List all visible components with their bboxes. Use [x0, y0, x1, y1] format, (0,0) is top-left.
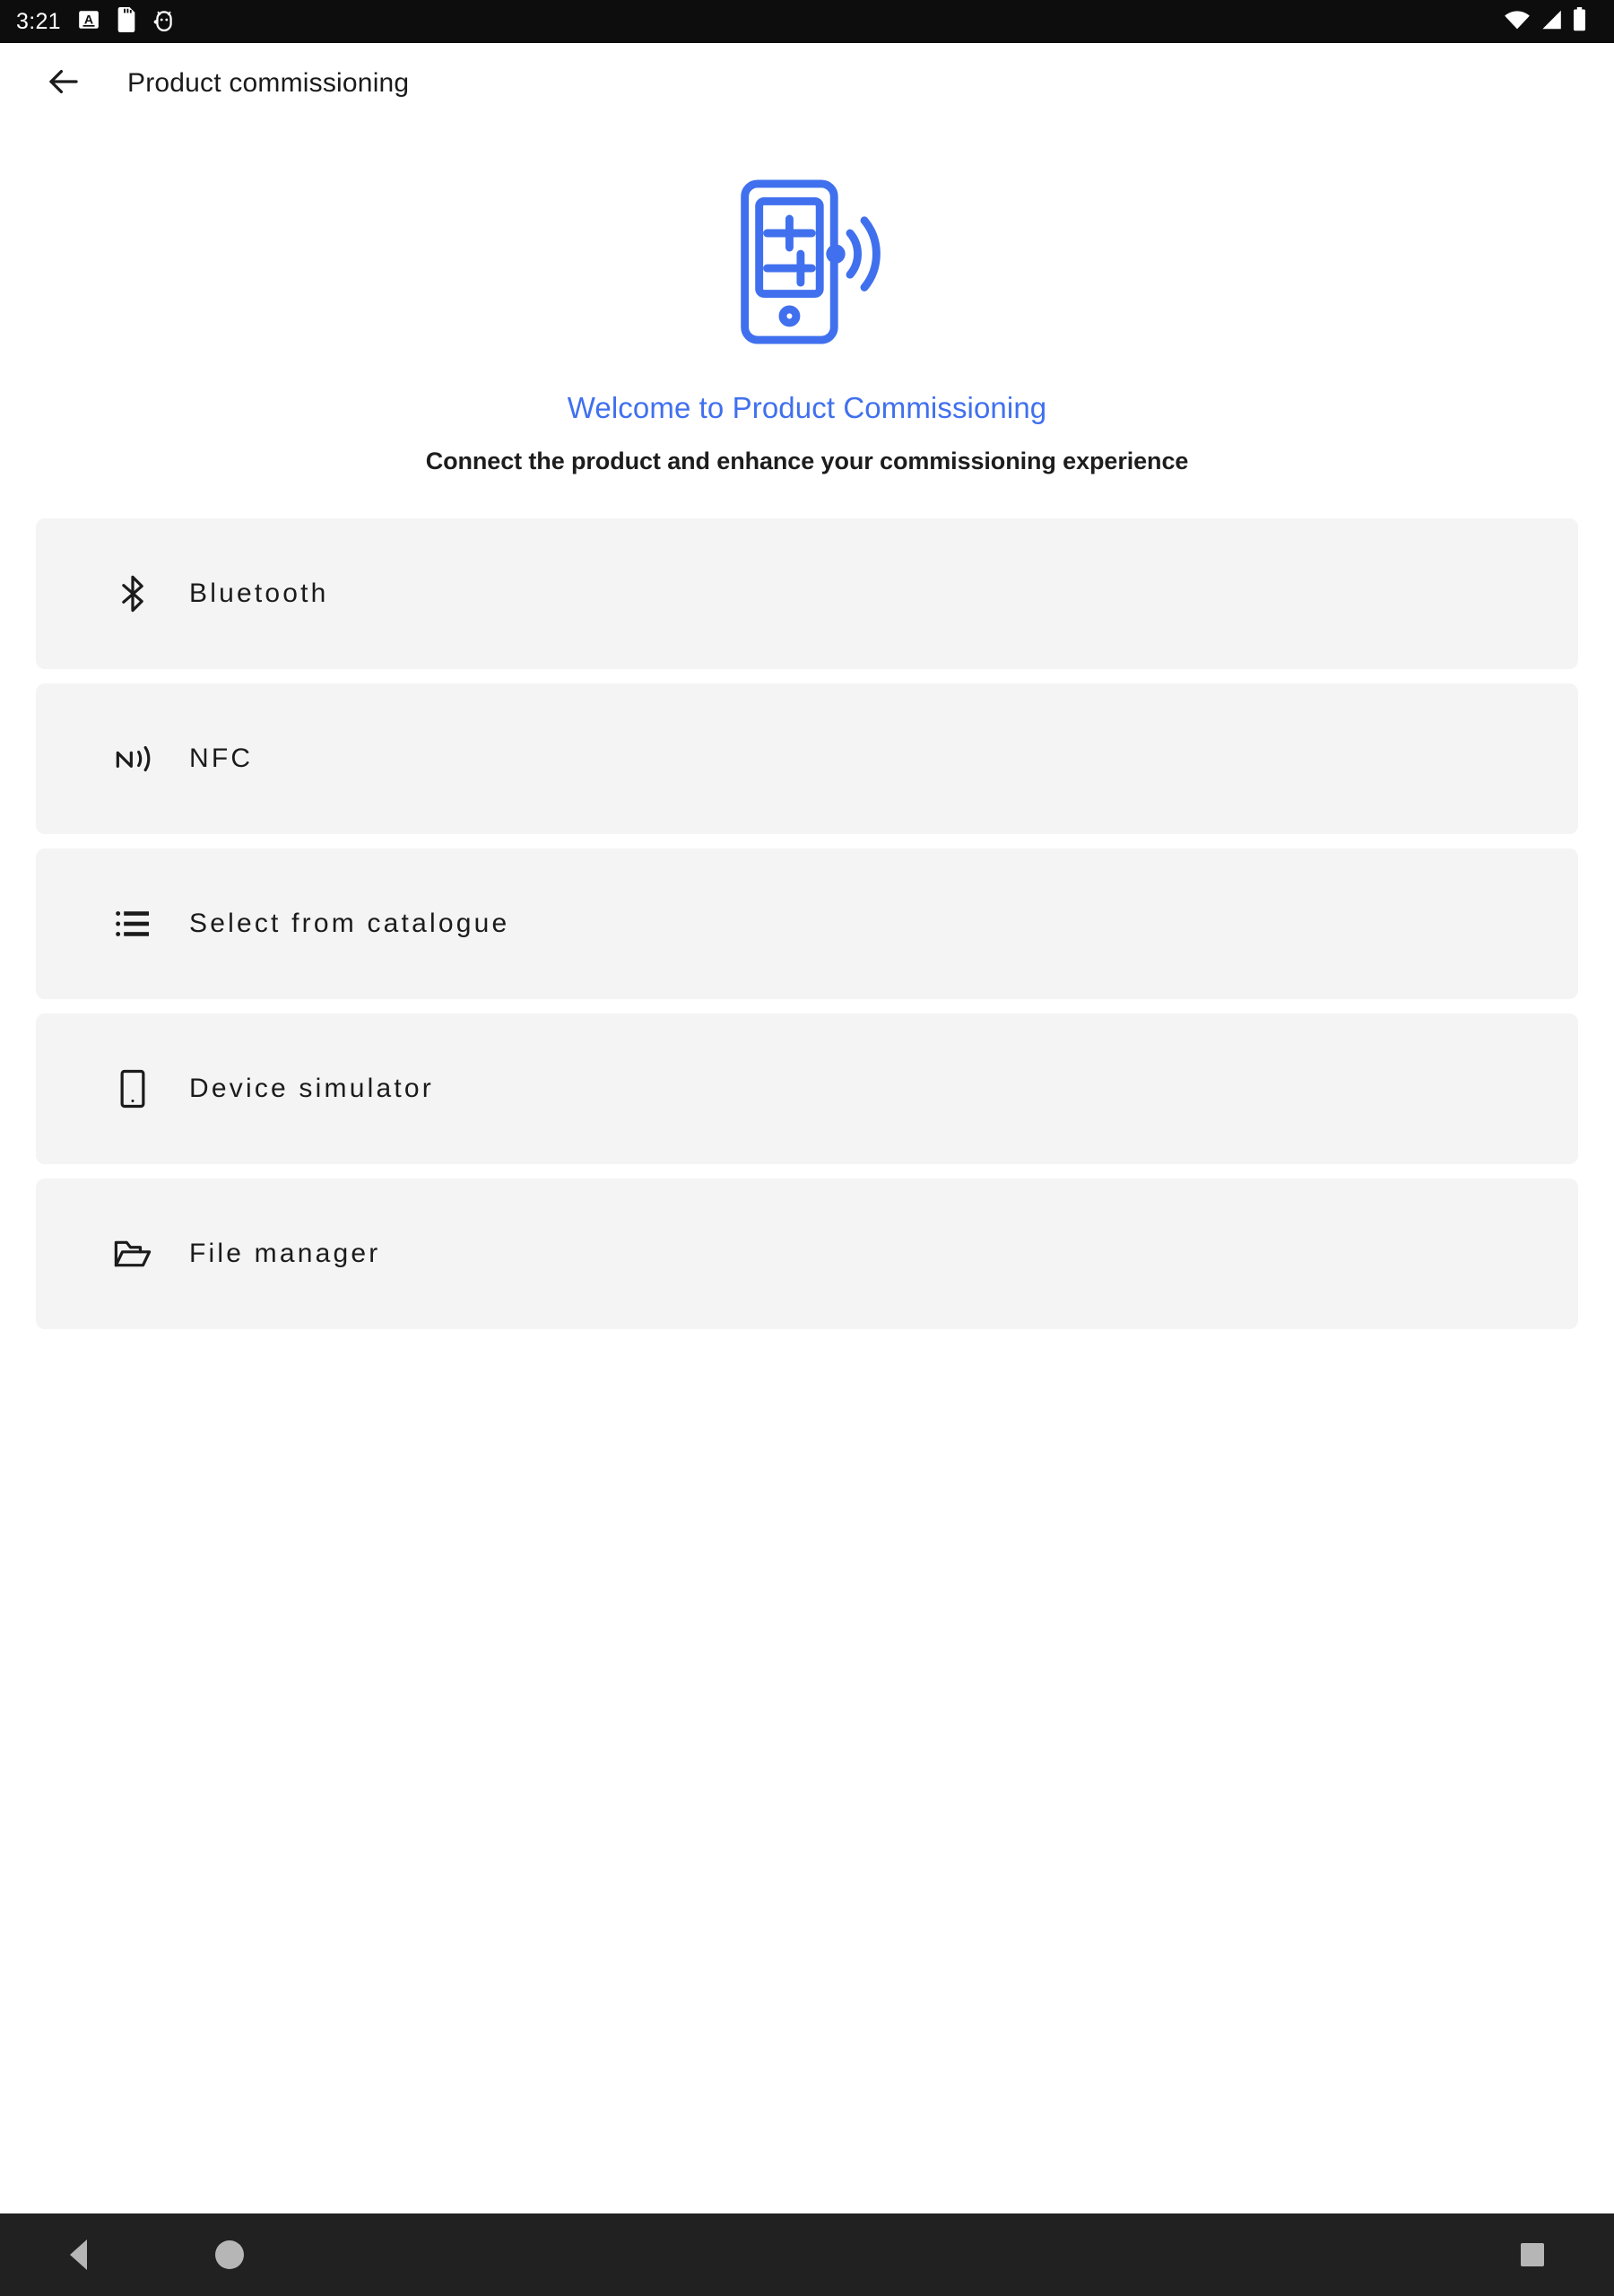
smartphone-icon — [112, 1068, 153, 1109]
circle-home-icon — [215, 2240, 244, 2269]
option-label: File manager — [189, 1239, 381, 1268]
nav-back-button[interactable] — [70, 2239, 87, 2270]
nav-recents-button[interactable] — [1521, 2243, 1544, 2266]
welcome-title: Welcome to Product Commissioning — [567, 391, 1047, 424]
nav-home-button[interactable] — [215, 2240, 244, 2269]
svg-text:A: A — [84, 12, 93, 26]
page-title: Product commissioning — [127, 68, 410, 98]
option-file-manager[interactable]: File manager — [36, 1178, 1578, 1329]
option-label: Select from catalogue — [189, 909, 510, 938]
option-nfc[interactable]: NFC — [36, 683, 1578, 834]
list-icon — [112, 903, 153, 944]
cellular-signal-icon — [1539, 9, 1564, 35]
option-device-simulator[interactable]: Device simulator — [36, 1013, 1578, 1164]
status-bar-left: 3:21 A — [16, 6, 176, 37]
text-input-indicator-icon: A — [77, 8, 100, 36]
bluetooth-icon — [112, 573, 153, 614]
android-navigation-bar — [0, 2213, 1614, 2296]
status-bar-system-icons — [1504, 7, 1594, 36]
folder-open-icon — [112, 1233, 153, 1274]
back-button[interactable] — [43, 63, 84, 104]
status-bar: 3:21 A — [0, 0, 1614, 43]
option-bluetooth[interactable]: Bluetooth — [36, 518, 1578, 669]
status-bar-clock: 3:21 — [16, 8, 61, 34]
status-bar-notification-icons: A — [77, 6, 176, 37]
sd-card-icon — [116, 6, 137, 37]
phone-with-settings-sliders-and-wireless-waves-icon — [726, 176, 888, 348]
option-label: Device simulator — [189, 1074, 434, 1103]
welcome-subtitle: Connect the product and enhance your com… — [425, 448, 1189, 474]
android-debug-icon — [152, 8, 176, 36]
arrow-left-icon — [45, 63, 82, 105]
hero-section: Welcome to Product Commissioning Connect… — [0, 124, 1614, 475]
triangle-back-icon — [70, 2239, 87, 2270]
square-recents-icon — [1521, 2243, 1544, 2266]
app-screen: 3:21 A Product commissioning Welcome to … — [0, 0, 1614, 2296]
connection-options-list: Bluetooth NFC Select from catalogue Devi… — [0, 518, 1614, 1329]
nfc-icon — [112, 738, 153, 779]
wifi-icon — [1504, 9, 1531, 35]
option-label: NFC — [189, 744, 254, 773]
battery-icon — [1572, 7, 1587, 36]
option-select-from-catalogue[interactable]: Select from catalogue — [36, 848, 1578, 999]
option-label: Bluetooth — [189, 578, 329, 608]
app-bar: Product commissioning — [0, 43, 1614, 124]
